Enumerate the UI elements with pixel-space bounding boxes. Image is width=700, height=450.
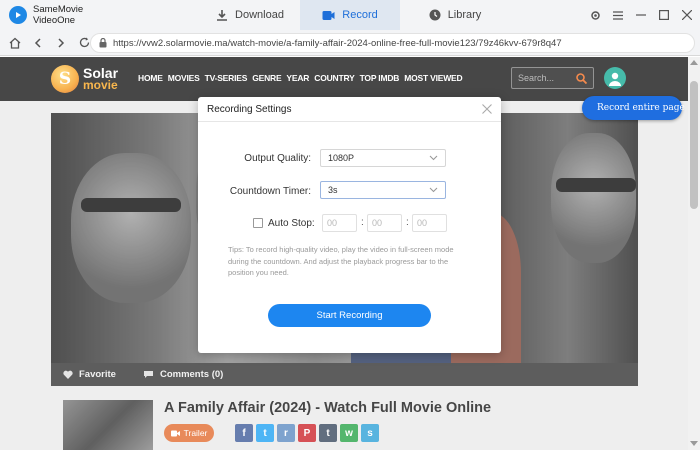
- chevron-down-icon: [429, 155, 438, 161]
- url-field[interactable]: https://vvw2.solarmovie.ma/watch-movie/a…: [90, 33, 695, 53]
- start-recording-button[interactable]: Start Recording: [268, 304, 431, 327]
- close-icon[interactable]: [481, 103, 493, 115]
- minimize-icon[interactable]: [631, 0, 651, 30]
- tab-record-label: Record: [342, 9, 378, 21]
- menu-icon[interactable]: [608, 0, 628, 30]
- app-name: SameMovie VideoOne: [33, 4, 83, 26]
- output-quality-label: Output Quality:: [244, 153, 311, 164]
- output-quality-value: 1080P: [328, 153, 355, 163]
- countdown-timer-select[interactable]: 3s: [320, 181, 446, 199]
- tab-library[interactable]: Library: [405, 0, 505, 30]
- clock-icon: [429, 9, 441, 21]
- recording-settings-dialog: Recording Settings Output Quality: 1080P…: [198, 97, 501, 353]
- app-name-line2: VideoOne: [33, 15, 76, 26]
- time-separator: :: [361, 217, 364, 228]
- dialog-title: Recording Settings: [207, 104, 292, 115]
- record-entire-page-label: Record entire page: [597, 103, 685, 113]
- scroll-up-icon[interactable]: [690, 60, 698, 65]
- scrollbar-thumb[interactable]: [690, 81, 698, 209]
- lock-icon: [99, 38, 107, 48]
- close-icon[interactable]: [677, 0, 697, 30]
- forward-icon[interactable]: [53, 35, 69, 51]
- auto-stop-minutes-input[interactable]: 00: [367, 214, 402, 232]
- app-name-line1: SameMovie: [33, 4, 84, 15]
- home-icon[interactable]: [7, 35, 23, 51]
- countdown-timer-label: Countdown Timer:: [229, 186, 311, 197]
- recording-tips: Tips: To record high-quality video, play…: [228, 245, 454, 277]
- output-quality-select[interactable]: 1080P: [320, 149, 446, 167]
- countdown-timer-value: 3s: [328, 185, 338, 195]
- app-logo-icon: [9, 6, 27, 24]
- download-icon: [217, 10, 228, 21]
- time-separator: :: [406, 217, 409, 228]
- settings-gear-icon[interactable]: [585, 0, 605, 30]
- auto-stop-checkbox[interactable]: [253, 218, 263, 228]
- auto-stop-hours-input[interactable]: 00: [322, 214, 357, 232]
- record-icon: [322, 10, 335, 20]
- tab-record[interactable]: Record: [300, 0, 400, 30]
- window-controls: [585, 0, 700, 30]
- maximize-icon[interactable]: [654, 0, 674, 30]
- dialog-header: Recording Settings: [198, 97, 501, 122]
- main-tabs: Download Record Library: [200, 0, 505, 30]
- tab-library-label: Library: [447, 9, 482, 21]
- auto-stop-seconds-input[interactable]: 00: [412, 214, 447, 232]
- url-text: https://vvw2.solarmovie.ma/watch-movie/a…: [113, 37, 562, 49]
- back-icon[interactable]: [30, 35, 46, 51]
- auto-stop-label: Auto Stop:: [268, 218, 315, 229]
- scroll-down-icon[interactable]: [690, 441, 698, 446]
- tab-download[interactable]: Download: [200, 0, 300, 30]
- chevron-down-icon: [429, 187, 438, 193]
- tab-download-label: Download: [235, 9, 284, 21]
- address-bar: https://vvw2.solarmovie.ma/watch-movie/a…: [0, 30, 700, 56]
- title-bar: SameMovie VideoOne Download Record Libra…: [0, 0, 700, 30]
- page-scrollbar[interactable]: [688, 57, 700, 450]
- record-entire-page-button[interactable]: Record entire page: [582, 96, 685, 120]
